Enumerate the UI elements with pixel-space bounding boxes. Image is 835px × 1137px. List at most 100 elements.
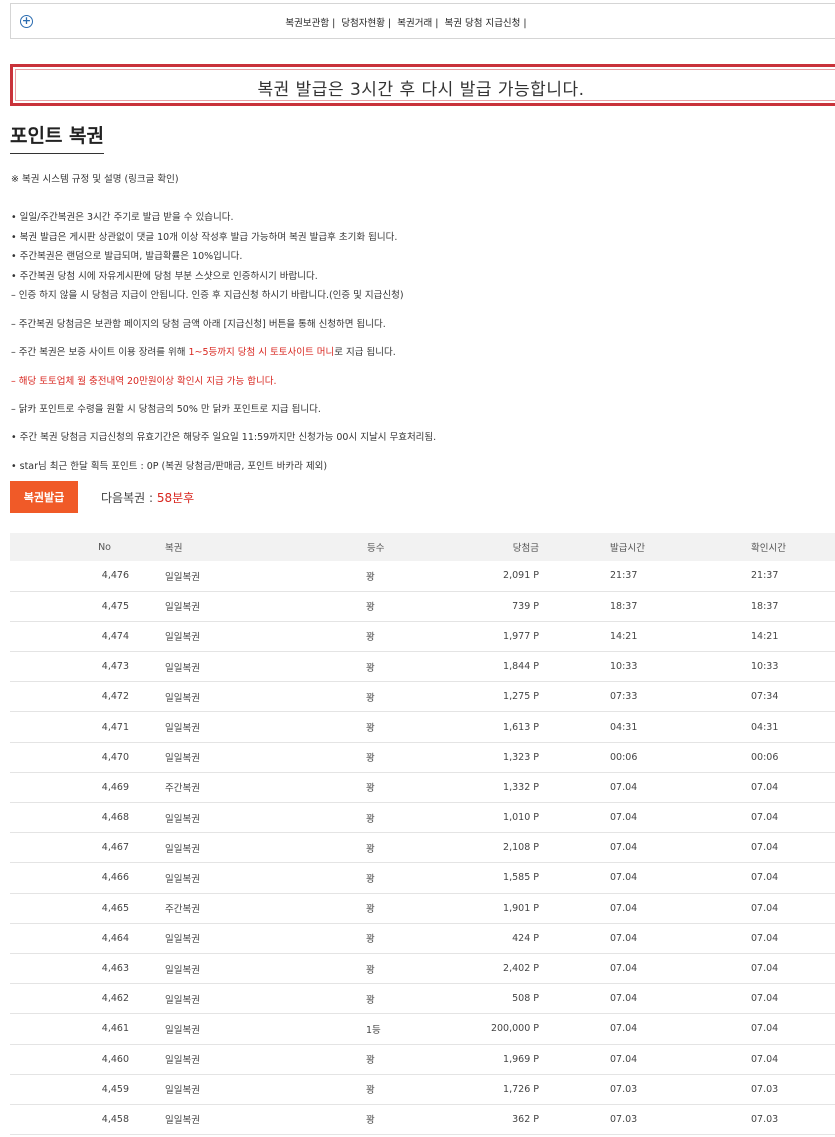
table-row: 4,475 일일복권 꽝 739 P 18:37 18:37 bbox=[10, 591, 835, 622]
cell-rank: 꽝 bbox=[366, 1055, 375, 1067]
next-lottery-timer: 다음복권 : 58분후 bbox=[101, 489, 194, 506]
notice-banner: 복권 발급은 3시간 후 다시 발급 가능합니다. bbox=[10, 64, 835, 106]
cell-no: 4,472 bbox=[101, 691, 129, 703]
cell-issued-time: 07.04 bbox=[610, 1023, 638, 1035]
notice-message: 복권 발급은 3시간 후 다시 발급 가능합니다. bbox=[257, 80, 585, 100]
cell-prize: 1,844 P bbox=[503, 661, 539, 673]
cell-no: 4,475 bbox=[101, 600, 129, 612]
rule-text: • 일일/주간복권은 3시간 주기로 발급 받을 수 있습니다. bbox=[11, 212, 234, 223]
cell-prize: 2,091 P bbox=[503, 570, 539, 582]
rule-line: • star님 최근 한달 획득 포인트 : 0P (복권 당첨금/판매금, 포… bbox=[11, 458, 327, 472]
issue-lottery-button[interactable]: 복권발급 bbox=[10, 481, 78, 513]
rule-text: – 주간 복권은 보증 사이트 이용 장려를 위해 bbox=[11, 347, 189, 358]
table-row: 4,465 주간복권 꽝 1,901 P 07.04 07.04 bbox=[10, 893, 835, 924]
cell-no: 4,466 bbox=[101, 872, 129, 884]
cell-rank: 꽝 bbox=[366, 843, 375, 855]
cell-lottery: 일일복권 bbox=[165, 632, 200, 644]
rule-line: • 주간복권은 랜덤으로 발급되며, 발급확률은 10%입니다. bbox=[11, 248, 242, 262]
table-row: 4,458 일일복권 꽝 362 P 07.03 07.03 bbox=[10, 1104, 835, 1135]
nav-link-payout-request[interactable]: 복권 당첨 지급신청 bbox=[444, 18, 520, 29]
rule-line: • 주간 복권 당첨금 지급신청의 유효기간은 해당주 일요일 11:59까지만… bbox=[11, 429, 436, 443]
rule-line: – 인증 하지 않을 시 당첨금 지급이 안됩니다. 인증 후 지급신청 하시기… bbox=[11, 287, 404, 301]
cell-checked-time: 14:21 bbox=[751, 630, 779, 642]
cell-prize: 739 P bbox=[512, 600, 539, 612]
cell-prize: 1,726 P bbox=[503, 1083, 539, 1095]
table-row: 4,472 일일복권 꽝 1,275 P 07:33 07:34 bbox=[10, 682, 835, 712]
table-row: 4,463 일일복권 꽝 2,402 P 07.04 07.04 bbox=[10, 953, 835, 984]
rule-line: – 주간복권 당첨금은 보관함 페이지의 당첨 금액 아래 [지급신청] 버튼을… bbox=[11, 316, 386, 330]
table-row: 4,464 일일복권 꽝 424 P 07.04 07.04 bbox=[10, 923, 835, 954]
cell-rank: 꽝 bbox=[366, 964, 375, 976]
cell-lottery: 일일복권 bbox=[165, 873, 200, 885]
cell-rank: 꽝 bbox=[366, 813, 375, 825]
table-row: 4,467 일일복권 꽝 2,108 P 07.04 07.04 bbox=[10, 833, 835, 863]
rule-highlight: – 해당 토토업체 월 충전내역 20만원이상 확인시 지급 가능 합니다. bbox=[11, 376, 277, 387]
col-header-no: No bbox=[98, 541, 111, 553]
cell-issued-time: 07.04 bbox=[610, 872, 638, 884]
cell-issued-time: 21:37 bbox=[610, 570, 638, 582]
cell-checked-time: 07.04 bbox=[751, 1053, 779, 1065]
rule-text: – 인증 하지 않을 시 당첨금 지급이 안됩니다. 인증 후 지급신청 하시기… bbox=[11, 290, 404, 301]
cell-rank: 꽝 bbox=[366, 1115, 375, 1127]
cell-issued-time: 14:21 bbox=[610, 630, 638, 642]
cell-no: 4,469 bbox=[101, 781, 129, 793]
cell-prize: 1,332 P bbox=[503, 781, 539, 793]
nav-link-winners[interactable]: 당첨자현황 bbox=[341, 18, 385, 29]
rule-line: – 닭카 포인트로 수령을 원할 시 당첨금의 50% 만 닭카 포인트로 지급… bbox=[11, 401, 321, 415]
rule-text: • 복권 발급은 게시판 상관없이 댓글 10개 이상 작성후 발급 가능하며 … bbox=[11, 232, 398, 243]
cell-prize: 1,585 P bbox=[503, 872, 539, 884]
table-row: 4,460 일일복권 꽝 1,969 P 07.04 07.04 bbox=[10, 1044, 835, 1075]
rule-line: • 복권 발급은 게시판 상관없이 댓글 10개 이상 작성후 발급 가능하며 … bbox=[11, 229, 397, 243]
cell-checked-time: 07.04 bbox=[751, 993, 779, 1005]
rule-text: • star님 최근 한달 획득 포인트 : 0P (복권 당첨금/판매금, 포… bbox=[11, 461, 328, 472]
table-row: 4,461 일일복권 1등 200,000 P 07.04 07.04 bbox=[10, 1014, 835, 1044]
cell-lottery: 일일복권 bbox=[165, 1085, 200, 1097]
cell-prize: 1,323 P bbox=[503, 751, 539, 763]
table-row: 4,469 주간복권 꽝 1,332 P 07.04 07.04 bbox=[10, 772, 835, 803]
cell-issued-time: 07.03 bbox=[610, 1113, 638, 1125]
nav-link-trade[interactable]: 복권거래 bbox=[397, 18, 432, 29]
cell-lottery: 일일복권 bbox=[165, 934, 200, 946]
cell-lottery: 일일복권 bbox=[165, 1055, 200, 1067]
cell-prize: 1,010 P bbox=[503, 812, 539, 824]
cell-prize: 1,969 P bbox=[503, 1053, 539, 1065]
table-row: 4,473 일일복권 꽝 1,844 P 10:33 10:33 bbox=[10, 652, 835, 682]
table-row: 4,459 일일복권 꽝 1,726 P 07.03 07.03 bbox=[10, 1074, 835, 1105]
cell-checked-time: 07:34 bbox=[751, 691, 779, 703]
cell-prize: 1,613 P bbox=[503, 721, 539, 733]
cell-rank: 꽝 bbox=[366, 602, 375, 614]
cell-issued-time: 04:31 bbox=[610, 721, 638, 733]
cell-no: 4,476 bbox=[101, 570, 129, 582]
cell-issued-time: 07.04 bbox=[610, 1053, 638, 1065]
cell-prize: 2,108 P bbox=[503, 842, 539, 854]
cell-no: 4,459 bbox=[101, 1083, 129, 1095]
cell-lottery: 일일복권 bbox=[165, 662, 200, 674]
table-row: 4,466 일일복권 꽝 1,585 P 07.04 07.04 bbox=[10, 863, 835, 894]
cell-checked-time: 18:37 bbox=[751, 600, 779, 612]
cell-no: 4,465 bbox=[101, 902, 129, 914]
rule-text: 로 지급 됩니다. bbox=[334, 347, 396, 358]
rule-highlight: 1~5등까지 당첨 시 토토사이트 머니 bbox=[188, 347, 335, 358]
table-row: 4,462 일일복권 꽝 508 P 07.04 07.04 bbox=[10, 984, 835, 1014]
cell-checked-time: 07.04 bbox=[751, 902, 779, 914]
rule-text: • 주간 복권 당첨금 지급신청의 유효기간은 해당주 일요일 11:59까지만… bbox=[11, 432, 437, 443]
cell-lottery: 일일복권 bbox=[165, 994, 200, 1006]
col-header-rank: 등수 bbox=[367, 543, 385, 554]
cell-no: 4,460 bbox=[101, 1053, 129, 1065]
cell-checked-time: 07.04 bbox=[751, 812, 779, 824]
nav-link-lottery-box[interactable]: 복권보관함 bbox=[285, 18, 329, 29]
cell-issued-time: 07.03 bbox=[610, 1083, 638, 1095]
cell-no: 4,458 bbox=[101, 1113, 129, 1125]
cell-rank: 1등 bbox=[366, 1024, 381, 1036]
cell-prize: 1,275 P bbox=[503, 691, 539, 703]
cell-no: 4,461 bbox=[101, 1023, 129, 1035]
table-row: 4,470 일일복권 꽝 1,323 P 00:06 00:06 bbox=[10, 742, 835, 773]
cell-lottery: 일일복권 bbox=[165, 692, 200, 704]
cell-checked-time: 07.04 bbox=[751, 932, 779, 944]
cell-rank: 꽝 bbox=[366, 662, 375, 674]
cell-issued-time: 07.04 bbox=[610, 842, 638, 854]
cell-prize: 2,402 P bbox=[503, 963, 539, 975]
cell-no: 4,462 bbox=[101, 993, 129, 1005]
rule-text: – 닭카 포인트로 수령을 원할 시 당첨금의 50% 만 닭카 포인트로 지급… bbox=[11, 404, 321, 415]
rules-link[interactable]: ※ 복권 시스템 규정 및 설명 (링크글 확인) bbox=[11, 171, 179, 185]
